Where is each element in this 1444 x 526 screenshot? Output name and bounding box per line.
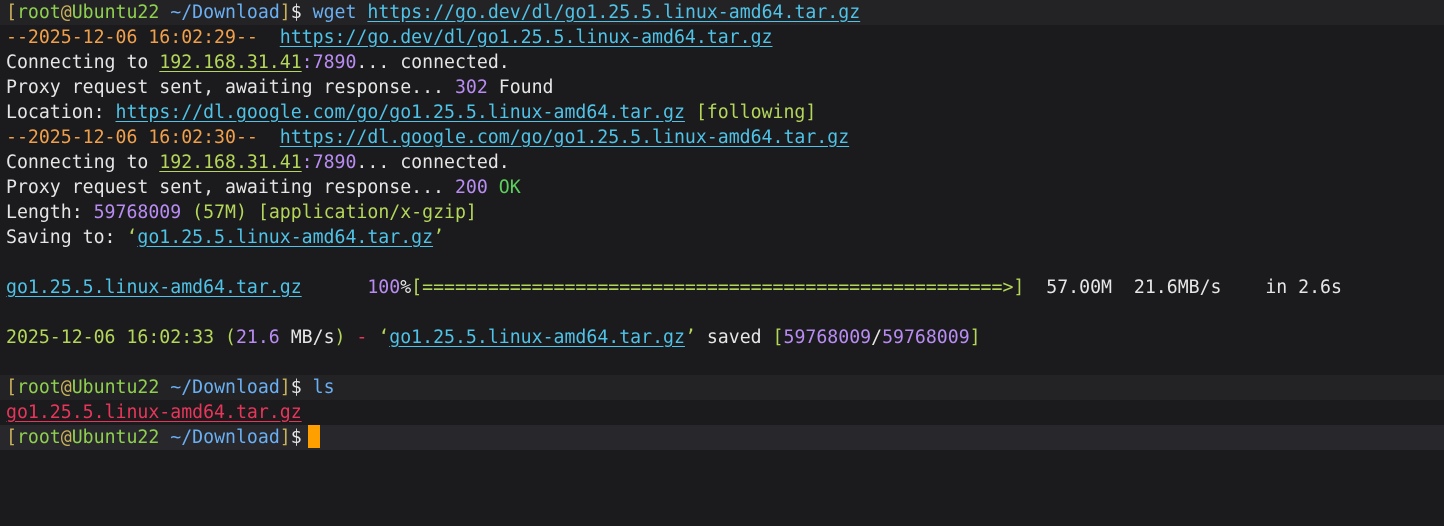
saved-dash: - [345, 327, 379, 348]
prompt-user: root [16, 377, 61, 398]
command-line-wget: [root@Ubuntu22 ~/Download]$ wget https:/… [0, 0, 1444, 25]
prompt-sign: $ [290, 2, 302, 23]
request-timestamp: --2025-12-06 16:02:30-- [6, 127, 258, 148]
response-text: Proxy request sent, awaiting response... [6, 77, 455, 98]
progress-bar: [=======================================… [411, 277, 1025, 298]
length-label: Length: [6, 202, 83, 223]
proxy-ip-link[interactable]: 192.168.31.41 [159, 52, 301, 73]
connecting-line-2: Connecting to 192.168.31.41:7890... conn… [0, 150, 1444, 175]
response-line-2: Proxy request sent, awaiting response...… [0, 175, 1444, 200]
prompt-close-bracket: ] [279, 2, 291, 23]
saving-line: Saving to: ‘go1.25.5.linux-amd64.tar.gz’ [0, 225, 1444, 250]
proxy-port: :7890 [301, 52, 357, 73]
saved-bytes: 59768009 [783, 327, 872, 348]
connected-text: ... connected. [356, 52, 510, 73]
connecting-line-1: Connecting to 192.168.31.41:7890... conn… [0, 50, 1444, 75]
prompt-cwd: ~/Download [170, 2, 280, 23]
prompt-at: @ [60, 377, 72, 398]
quote-open: ‘ [126, 227, 138, 248]
command-url-link[interactable]: https://go.dev/dl/go1.25.5.linux-amd64.t… [367, 2, 860, 23]
prompt-cwd: ~/Download [170, 427, 280, 448]
saved-line: 2025-12-06 16:02:33 (21.6 MB/s) - ‘go1.2… [0, 325, 1444, 350]
prompt-cwd: ~/Download [170, 377, 280, 398]
following-note: [following] [695, 102, 817, 123]
progress-speed: 21.6MB/s [1133, 277, 1222, 298]
command-ls: ls [312, 377, 335, 398]
ls-output-line: go1.25.5.linux-amd64.tar.gz [0, 400, 1444, 425]
text-cursor[interactable] [307, 425, 320, 448]
quote-open: ‘ [378, 327, 390, 348]
prompt-close-bracket: ] [279, 427, 291, 448]
prompt-host: Ubuntu22 [71, 427, 160, 448]
length-mb: (57M) [192, 202, 247, 223]
length-bytes: 59768009 [93, 202, 182, 223]
response-line-1: Proxy request sent, awaiting response...… [0, 75, 1444, 100]
status-text: Found [487, 77, 554, 98]
command-wget: wget [312, 2, 357, 23]
saved-file-link[interactable]: go1.25.5.linux-amd64.tar.gz [389, 327, 685, 348]
paren-open: ( [225, 327, 236, 348]
length-line: Length: 59768009 (57M) [application/x-gz… [0, 200, 1444, 225]
prompt-user: root [16, 2, 61, 23]
saved-rate: 21.6 [235, 327, 280, 348]
request-line-1: --2025-12-06 16:02:29-- https://go.dev/d… [0, 25, 1444, 50]
proxy-ip-link[interactable]: 192.168.31.41 [159, 152, 301, 173]
response-text: Proxy request sent, awaiting response... [6, 177, 455, 198]
paren-close: ) [334, 327, 346, 348]
current-prompt-line[interactable]: [root@Ubuntu22 ~/Download]$ [0, 425, 1444, 450]
prompt-sign: $ [290, 427, 302, 448]
progress-percent: 100 [367, 277, 401, 298]
terminal-window[interactable]: [root@Ubuntu22 ~/Download]$ wget https:/… [0, 0, 1444, 526]
progress-time: in 2.6s [1265, 277, 1342, 298]
request-line-2: --2025-12-06 16:02:30-- https://dl.googl… [0, 125, 1444, 150]
prompt-user: root [16, 427, 61, 448]
connecting-text: Connecting to [6, 152, 160, 173]
request-url-link[interactable]: https://go.dev/dl/go1.25.5.linux-amd64.t… [280, 27, 773, 48]
quote-close: ’ [433, 227, 445, 248]
status-code: 302 [454, 77, 488, 98]
location-label: Location: [6, 102, 105, 123]
progress-line: go1.25.5.linux-amd64.tar.gz 100%[=======… [0, 275, 1444, 300]
prompt-host: Ubuntu22 [71, 2, 160, 23]
progress-size: 57.00M [1046, 277, 1112, 298]
connected-text: ... connected. [356, 152, 510, 173]
bytes-slash: / [871, 327, 883, 348]
bracket-open: [ [772, 327, 784, 348]
saved-word: saved [695, 327, 773, 348]
prompt-open-bracket: [ [6, 427, 17, 448]
prompt-sign: $ [290, 377, 302, 398]
request-url-link[interactable]: https://dl.google.com/go/go1.25.5.linux-… [280, 127, 849, 148]
prompt-open-bracket: [ [6, 377, 17, 398]
request-timestamp: --2025-12-06 16:02:29-- [6, 27, 258, 48]
location-url-link[interactable]: https://dl.google.com/go/go1.25.5.linux-… [116, 102, 685, 123]
proxy-port: :7890 [301, 152, 357, 173]
saving-label: Saving to: [6, 227, 116, 248]
prompt-close-bracket: ] [279, 377, 291, 398]
saved-rate-unit: MB/s [279, 327, 335, 348]
total-bytes: 59768009 [882, 327, 970, 348]
prompt-host: Ubuntu22 [71, 377, 160, 398]
command-line-ls: [root@Ubuntu22 ~/Download]$ ls [0, 375, 1444, 400]
quote-close: ’ [684, 327, 696, 348]
prompt-at: @ [60, 2, 72, 23]
content-type: [application/x-gzip] [257, 202, 477, 223]
saved-timestamp: 2025-12-06 16:02:33 [6, 327, 215, 348]
progress-file-link[interactable]: go1.25.5.linux-amd64.tar.gz [6, 277, 302, 298]
status-code: 200 [454, 177, 488, 198]
connecting-text: Connecting to [6, 52, 160, 73]
location-line: Location: https://dl.google.com/go/go1.2… [0, 100, 1444, 125]
prompt-at: @ [60, 427, 72, 448]
prompt-open-bracket: [ [6, 2, 17, 23]
archive-file-link[interactable]: go1.25.5.linux-amd64.tar.gz [6, 402, 302, 423]
status-ok: OK [498, 177, 521, 198]
saving-file-link[interactable]: go1.25.5.linux-amd64.tar.gz [137, 227, 433, 248]
bracket-close: ] [969, 327, 981, 348]
progress-percent-sign: % [400, 277, 412, 298]
